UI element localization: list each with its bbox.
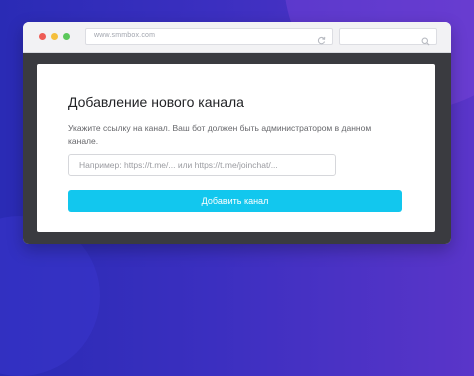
browser-titlebar: www.smmbox.com bbox=[23, 22, 451, 53]
search-icon[interactable] bbox=[421, 33, 430, 46]
browser-window: www.smmbox.com Добавление нового канала … bbox=[23, 22, 451, 244]
form-description: Укажите ссылку на канал. Ваш бот должен … bbox=[68, 123, 372, 146]
reload-icon[interactable] bbox=[317, 32, 326, 45]
maximize-window-dot[interactable] bbox=[63, 33, 70, 40]
minimize-window-dot[interactable] bbox=[51, 33, 58, 40]
address-text: www.smmbox.com bbox=[94, 32, 156, 39]
address-bar[interactable]: www.smmbox.com bbox=[85, 28, 333, 45]
page-title: Добавление нового канала bbox=[68, 94, 244, 110]
channel-url-input[interactable] bbox=[68, 154, 336, 176]
close-window-dot[interactable] bbox=[39, 33, 46, 40]
add-channel-card: Добавление нового канала Укажите ссылку … bbox=[37, 64, 435, 232]
page-viewport: Добавление нового канала Укажите ссылку … bbox=[23, 53, 451, 244]
add-channel-button[interactable]: Добавить канал bbox=[68, 190, 402, 212]
browser-search-field[interactable] bbox=[339, 28, 437, 46]
